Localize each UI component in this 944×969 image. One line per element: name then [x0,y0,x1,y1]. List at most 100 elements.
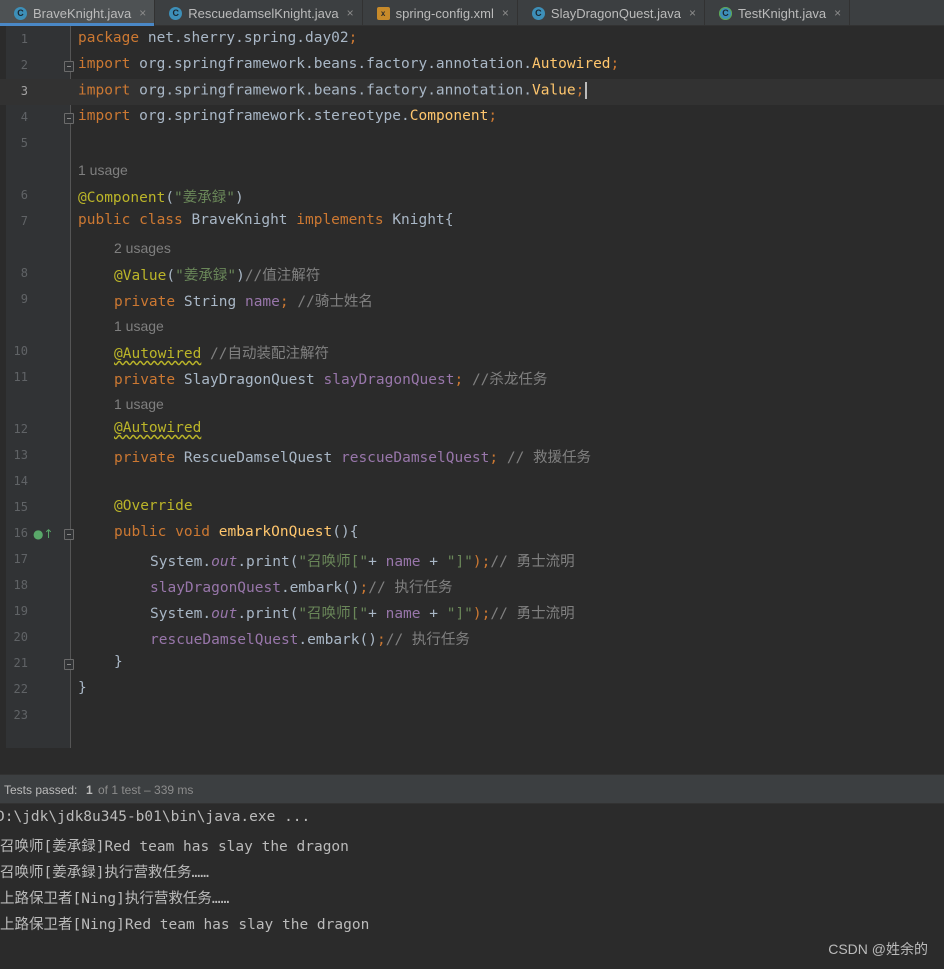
code-text: } [114,654,123,670]
line-number: 12 [13,422,28,436]
code-text: rescueDamselQuest.embark();// 执行任务 [150,632,470,648]
code-line[interactable]: 11 private SlayDragonQuest slayDragonQue… [0,365,944,391]
line-number: 9 [20,292,28,306]
editor-tab-bar: C BraveKnight.java × C RescuedamselKnigh… [0,0,944,26]
watermark: CSDN @姓余的 [828,941,928,957]
code-line[interactable]: 8 @Value("姜承録")//值注解符 [0,261,944,287]
code-text: import org.springframework.beans.factory… [78,56,620,72]
close-icon[interactable]: × [502,6,509,20]
test-class-icon: C [719,6,732,20]
line-number: 14 [13,474,28,488]
code-line[interactable]: 16 ●↑ public void embarkOnQuest(){ [0,521,944,547]
usage-hint[interactable]: 1 usage [114,396,164,412]
usage-hint-row: 1 usage [0,391,944,417]
close-icon[interactable]: × [689,6,696,20]
implements-method-icon[interactable]: ●↑ [33,527,54,541]
line-number: 10 [13,344,28,358]
code-line[interactable]: 23 [0,703,944,729]
line-number: 1 [20,32,28,46]
line-number: 19 [13,604,28,618]
tab-rescuedamselknight[interactable]: C RescuedamselKnight.java × [155,0,363,26]
line-number: 4 [20,110,28,124]
console-line: 上路保卫者[Ning]执行营救任务…… [0,891,230,907]
code-line[interactable]: 6 @Component("姜承録") [0,183,944,209]
code-line[interactable]: 18 slayDragonQuest.embark();// 执行任务 [0,573,944,599]
code-line[interactable]: 20 rescueDamselQuest.embark();// 执行任务 [0,625,944,651]
line-number: 16 [13,526,28,540]
fold-icon[interactable] [64,113,74,124]
line-number: 23 [13,708,28,722]
code-line[interactable]: 14 [0,469,944,495]
code-line[interactable]: 21 } [0,651,944,677]
usage-hint-row: 1 usage [0,313,944,339]
line-number: 6 [20,188,28,202]
code-line[interactable]: 4 import org.springframework.stereotype.… [0,105,944,131]
text-caret [585,82,588,99]
usage-hint[interactable]: 1 usage [114,318,164,334]
fold-icon[interactable] [64,61,74,72]
console-line: 上路保卫者[Ning]Red team has slay the dragon [0,917,370,933]
tab-label: BraveKnight.java [33,5,132,21]
code-text: slayDragonQuest.embark();// 执行任务 [150,580,453,596]
code-line-current[interactable]: 3 import org.springframework.beans.facto… [0,79,944,105]
run-console[interactable]: D:\jdk\jdk8u345-b01\bin\java.exe ... 召唤师… [0,804,944,969]
tab-label: RescuedamselKnight.java [188,5,339,21]
close-icon[interactable]: × [139,6,146,20]
tab-label: SlayDragonQuest.java [550,5,681,21]
code-line[interactable]: 17 System.out.print("召唤师["+ name + "]");… [0,547,944,573]
java-class-icon: C [169,6,183,20]
line-number: 3 [20,84,28,98]
close-icon[interactable]: × [347,6,354,20]
code-text: @Value("姜承録")//值注解符 [114,268,321,284]
code-text: private String name; //骑士姓名 [114,294,373,310]
code-line[interactable]: 13 private RescueDamselQuest rescueDamse… [0,443,944,469]
line-number: 18 [13,578,28,592]
line-number: 5 [20,136,28,150]
code-text: import org.springframework.stereotype.Co… [78,108,498,124]
code-line[interactable]: 19 System.out.print("召唤师["+ name + "]");… [0,599,944,625]
fold-icon[interactable] [64,659,74,670]
line-number: 8 [20,266,28,280]
code-text: public class BraveKnight implements Knig… [78,212,454,228]
code-line[interactable]: 22 } [0,677,944,703]
test-results-bar: Tests passed: 1 of 1 test – 339 ms [0,774,944,804]
code-line[interactable]: 5 [0,131,944,157]
usage-hint-row: 2 usages [0,235,944,261]
usage-hint[interactable]: 1 usage [78,162,128,178]
code-line[interactable]: 2 import org.springframework.beans.facto… [0,53,944,79]
usage-hint-row: 1 usage [0,157,944,183]
code-text: public void embarkOnQuest(){ [114,524,359,540]
tests-passed-count: 1 [86,783,93,797]
code-line[interactable]: 7 public class BraveKnight implements Kn… [0,209,944,235]
tab-slaydragonquest[interactable]: C SlayDragonQuest.java × [518,0,705,26]
code-text: @Autowired //自动装配注解符 [114,346,330,362]
console-line: 召唤师[姜承録]执行营救任务…… [0,865,209,881]
close-icon[interactable]: × [834,6,841,20]
line-number: 21 [13,656,28,670]
code-line[interactable]: 15 @Override [0,495,944,521]
code-editor[interactable]: 1 package net.sherry.spring.day02; 2 imp… [0,26,944,748]
tab-braveknight[interactable]: C BraveKnight.java × [0,0,156,26]
java-class-icon: C [531,6,545,20]
code-text: package net.sherry.spring.day02; [78,30,358,46]
code-text: @Autowired [114,420,202,436]
code-text: private RescueDamselQuest rescueDamselQu… [114,450,592,466]
code-line[interactable]: 9 private String name; //骑士姓名 [0,287,944,313]
code-text: @Component("姜承録") [78,190,244,206]
line-number: 15 [13,500,28,514]
code-line[interactable]: 1 package net.sherry.spring.day02; [0,27,944,53]
line-number: 13 [13,448,28,462]
code-line[interactable]: 12 @Autowired [0,417,944,443]
tab-spring-config[interactable]: x spring-config.xml × [363,0,518,26]
line-number: 7 [20,214,28,228]
console-line: 召唤师[姜承録]Red team has slay the dragon [0,839,349,855]
fold-icon[interactable] [64,529,74,540]
code-text: private SlayDragonQuest slayDragonQuest;… [114,372,548,388]
code-text: @Override [114,498,193,514]
tab-label: TestKnight.java [738,5,827,21]
usage-hint[interactable]: 2 usages [114,240,171,256]
tab-testknight[interactable]: C TestKnight.java × [705,0,851,26]
code-line[interactable]: 10 @Autowired //自动装配注解符 [0,339,944,365]
line-number: 17 [13,552,28,566]
line-number: 11 [13,370,28,384]
